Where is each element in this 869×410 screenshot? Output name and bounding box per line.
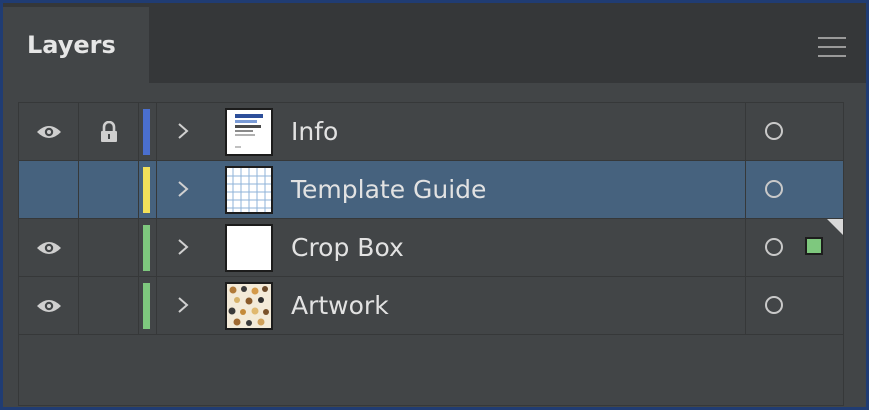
layer-color-bar <box>143 283 150 329</box>
layer-name[interactable]: Crop Box <box>291 219 404 276</box>
layer-row-template-guide[interactable]: Template Guide <box>19 161 843 219</box>
layer-color-bar <box>143 109 150 155</box>
target-circle-icon[interactable] <box>765 238 783 256</box>
column-divider <box>745 161 746 218</box>
hamburger-menu-icon[interactable] <box>818 37 846 57</box>
eye-icon <box>36 241 61 254</box>
chevron-right-icon[interactable] <box>171 117 195 145</box>
lock-toggle[interactable] <box>79 103 139 160</box>
chevron-right-icon[interactable] <box>171 291 195 319</box>
eye-icon <box>36 299 61 312</box>
lock-icon <box>100 120 117 142</box>
layers-list: Info Template Guide Crop Box Artwork <box>18 102 844 406</box>
selection-indicator-square[interactable] <box>805 237 823 255</box>
visibility-toggle[interactable] <box>19 161 79 218</box>
tab-layers[interactable]: Layers <box>3 7 149 83</box>
layer-name[interactable]: Template Guide <box>291 161 486 218</box>
chevron-right-icon[interactable] <box>171 175 195 203</box>
grid-thumbnail <box>225 166 273 214</box>
layer-color-bar <box>143 225 150 271</box>
column-divider <box>156 103 157 160</box>
column-divider <box>745 219 746 276</box>
layer-row-crop-box[interactable]: Crop Box <box>19 219 843 277</box>
layer-row-artwork[interactable]: Artwork <box>19 277 843 335</box>
visibility-toggle[interactable] <box>19 103 79 160</box>
info-thumbnail <box>225 108 273 156</box>
layer-color-bar <box>143 167 150 213</box>
corner-triangle-icon <box>827 219 843 235</box>
target-circle-icon[interactable] <box>765 122 783 140</box>
panel-tab-bar: Layers <box>3 3 866 83</box>
target-circle-icon[interactable] <box>765 296 783 314</box>
column-divider <box>156 161 157 218</box>
blank-thumbnail <box>225 224 273 272</box>
tab-layers-label: Layers <box>27 31 116 59</box>
layer-row-info[interactable]: Info <box>19 103 843 161</box>
column-divider <box>156 277 157 334</box>
pattern-thumbnail <box>225 282 273 330</box>
lock-toggle[interactable] <box>79 277 139 334</box>
lock-toggle[interactable] <box>79 161 139 218</box>
layer-name[interactable]: Info <box>291 103 338 160</box>
column-divider <box>745 103 746 160</box>
column-divider <box>745 277 746 334</box>
lock-toggle[interactable] <box>79 219 139 276</box>
target-circle-icon[interactable] <box>765 180 783 198</box>
chevron-right-icon[interactable] <box>171 233 195 261</box>
layers-panel: Layers Info Template Guide Crop Box Artw… <box>0 0 869 410</box>
column-divider <box>156 219 157 276</box>
visibility-toggle[interactable] <box>19 277 79 334</box>
eye-icon <box>36 125 61 138</box>
visibility-toggle[interactable] <box>19 219 79 276</box>
layer-name[interactable]: Artwork <box>291 277 389 334</box>
